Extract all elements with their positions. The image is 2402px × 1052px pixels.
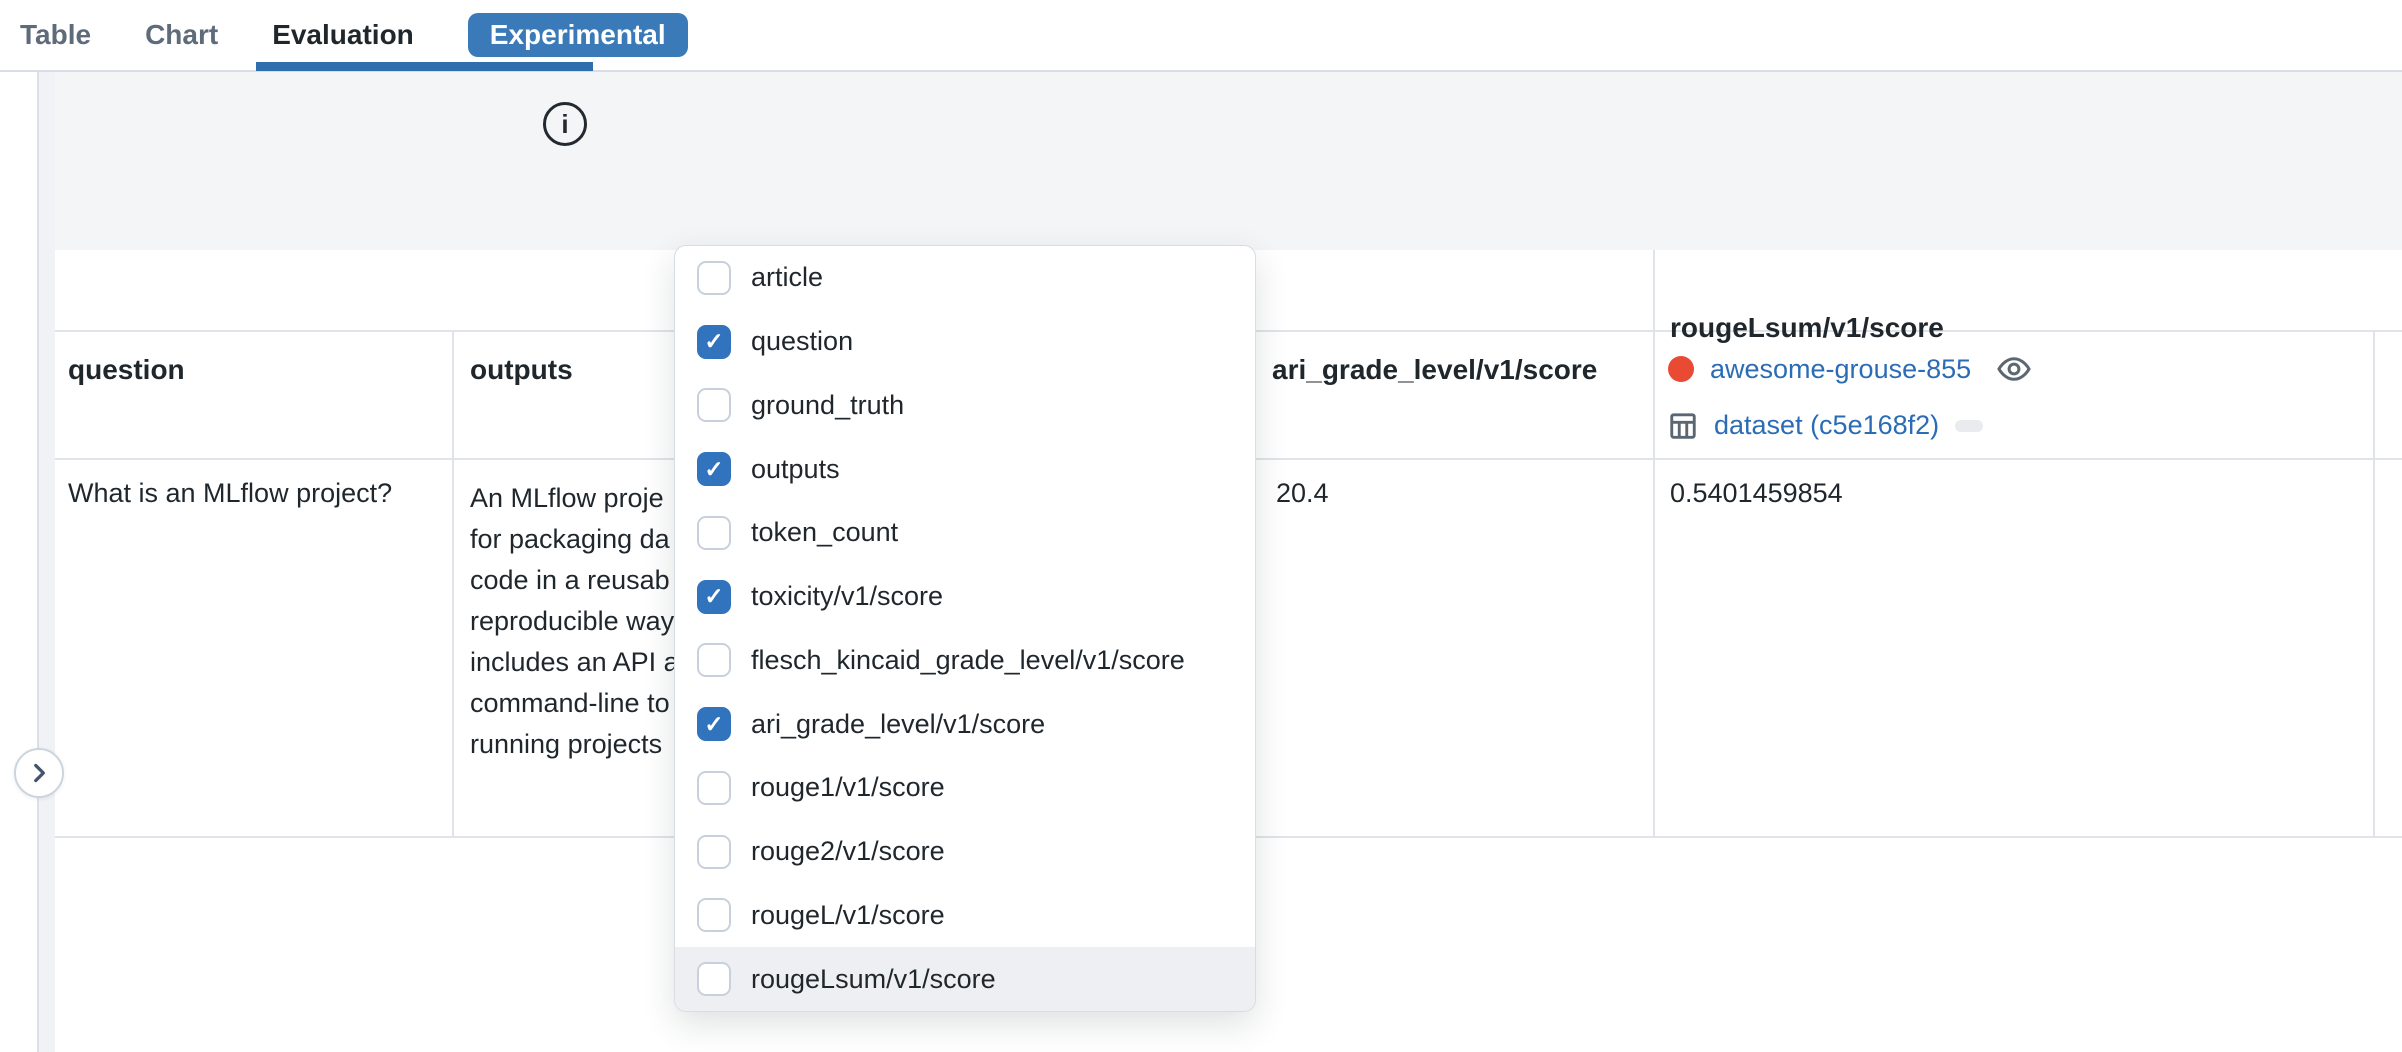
info-glyph: i	[561, 109, 568, 140]
menu-item-label: rouge2/v1/score	[751, 836, 945, 867]
group-header-rougelsum: rougeLsum/v1/score	[1670, 312, 1944, 344]
menu-item-rouge2-score[interactable]: rouge2/v1/score	[675, 820, 1255, 884]
tab-chart[interactable]: Chart	[145, 19, 218, 51]
outputs-line: includes an API a	[470, 642, 679, 683]
menu-item-label: toxicity/v1/score	[751, 581, 943, 612]
eye-icon[interactable]	[1995, 350, 2033, 388]
info-icon[interactable]: i	[543, 102, 587, 146]
menu-item-ground-truth[interactable]: ground_truth	[675, 374, 1255, 438]
tab-table[interactable]: Table	[20, 19, 91, 51]
run-color-dot	[1668, 356, 1694, 382]
column-header-ari-grade-level[interactable]: ari_grade_level/v1/score	[1272, 354, 1597, 386]
menu-item-label: token_count	[751, 517, 898, 548]
outputs-line: reproducible way	[470, 601, 679, 642]
left-panel-rail	[37, 72, 55, 1052]
dataset-header: dataset (c5e168f2)	[1668, 410, 1983, 441]
checkbox-icon[interactable]	[697, 325, 731, 359]
menu-item-rougelsum-score[interactable]: rougeLsum/v1/score	[675, 947, 1255, 1011]
checkbox-icon[interactable]	[697, 388, 731, 422]
menu-item-label: article	[751, 262, 823, 293]
menu-item-label: ground_truth	[751, 390, 904, 421]
expand-panel-button[interactable]	[14, 748, 64, 798]
menu-item-ari-grade-level-score[interactable]: ari_grade_level/v1/score	[675, 692, 1255, 756]
dataset-table-icon	[1668, 411, 1698, 441]
menu-item-label: question	[751, 326, 853, 357]
checkbox-icon[interactable]	[697, 962, 731, 996]
evaluation-toolbar	[53, 72, 2402, 250]
checkbox-icon[interactable]	[697, 898, 731, 932]
column-header-question[interactable]: question	[68, 354, 185, 386]
dataset-link[interactable]: dataset (c5e168f2)	[1714, 410, 1939, 441]
menu-item-label: rouge1/v1/score	[751, 772, 945, 803]
checkbox-icon[interactable]	[697, 516, 731, 550]
menu-item-token-count[interactable]: token_count	[675, 501, 1255, 565]
menu-item-toxicity-score[interactable]: toxicity/v1/score	[675, 565, 1255, 629]
menu-item-flesch-kincaid-score[interactable]: flesch_kincaid_grade_level/v1/score	[675, 629, 1255, 693]
checkbox-icon[interactable]	[697, 643, 731, 677]
menu-item-rougel-score[interactable]: rougeL/v1/score	[675, 884, 1255, 948]
menu-item-rouge1-score[interactable]: rouge1/v1/score	[675, 756, 1255, 820]
run-header: awesome-grouse-855	[1668, 350, 2033, 388]
experimental-badge[interactable]: Experimental	[468, 13, 688, 57]
menu-item-label: flesch_kincaid_grade_level/v1/score	[751, 645, 1185, 676]
menu-item-question[interactable]: question	[675, 310, 1255, 374]
menu-item-label: ari_grade_level/v1/score	[751, 709, 1045, 740]
cell-outputs[interactable]: An MLflow proje for packaging da code in…	[470, 478, 679, 765]
tab-evaluation[interactable]: Evaluation	[272, 19, 414, 51]
outputs-line: running projects	[470, 724, 679, 765]
cell-rougelsum[interactable]: 0.5401459854	[1670, 478, 1843, 509]
cell-question[interactable]: What is an MLflow project?	[68, 478, 392, 509]
checkbox-icon[interactable]	[697, 261, 731, 295]
column-divider	[452, 332, 454, 838]
menu-item-article[interactable]: article	[675, 246, 1255, 310]
menu-item-outputs[interactable]: outputs	[675, 437, 1255, 501]
column-header-outputs[interactable]: outputs	[470, 354, 573, 386]
run-name-link[interactable]: awesome-grouse-855	[1710, 354, 1971, 385]
chevron-right-icon	[26, 760, 52, 786]
checkbox-icon[interactable]	[697, 707, 731, 741]
checkbox-icon[interactable]	[697, 580, 731, 614]
menu-item-label: outputs	[751, 454, 840, 485]
outputs-line: An MLflow proje	[470, 478, 679, 519]
column-divider	[2373, 332, 2375, 838]
checkbox-icon[interactable]	[697, 835, 731, 869]
dataset-extra-pill	[1955, 420, 1983, 432]
outputs-line: for packaging da	[470, 519, 679, 560]
checkbox-icon[interactable]	[697, 771, 731, 805]
column-divider	[1653, 250, 1655, 838]
menu-item-label: rougeLsum/v1/score	[751, 964, 996, 995]
group-by-dropdown-menu: article question ground_truth outputs to…	[674, 245, 1256, 1012]
menu-item-label: rougeL/v1/score	[751, 900, 945, 931]
active-tab-underline	[256, 62, 593, 71]
cell-ari-grade-level[interactable]: 20.4	[1276, 478, 1329, 509]
checkbox-icon[interactable]	[697, 452, 731, 486]
outputs-line: command-line to	[470, 683, 679, 724]
outputs-line: code in a reusab	[470, 560, 679, 601]
